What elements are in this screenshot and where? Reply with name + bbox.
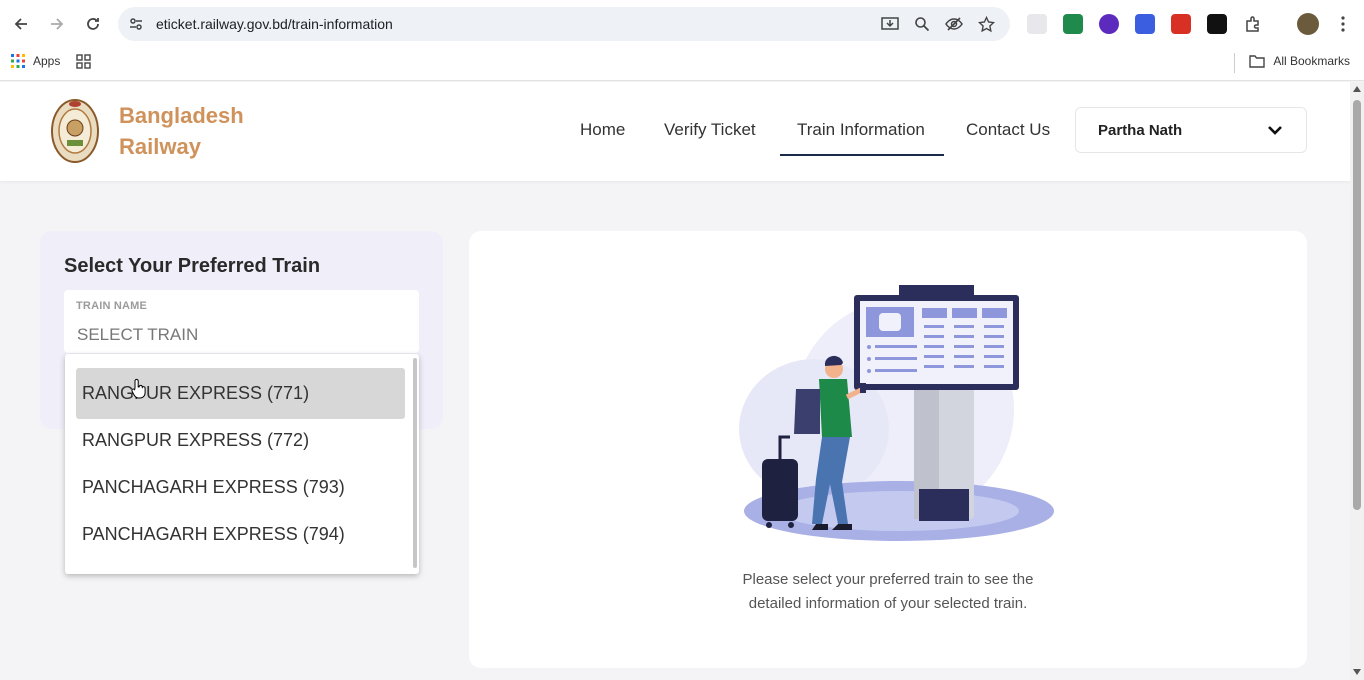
- train-dropdown-list[interactable]: RANGPUR EXPRESS (771) RANGPUR EXPRESS (7…: [65, 354, 419, 574]
- extension-icon-2[interactable]: [1063, 14, 1083, 34]
- all-bookmarks[interactable]: All Bookmarks: [1249, 54, 1350, 68]
- extension-icon-6[interactable]: [1207, 14, 1227, 34]
- address-bar[interactable]: eticket.railway.gov.bd/train-information: [118, 7, 1010, 41]
- tab-groups-icon[interactable]: [76, 54, 91, 74]
- train-name-label: TRAIN NAME: [76, 300, 148, 312]
- zoom-icon[interactable]: [913, 15, 931, 33]
- site-settings-icon[interactable]: [127, 15, 145, 33]
- extension-icon-1[interactable]: [1027, 14, 1047, 34]
- railway-logo[interactable]: [50, 98, 100, 164]
- forward-icon[interactable]: [45, 12, 69, 36]
- reload-icon[interactable]: [81, 12, 105, 36]
- site-header: Bangladesh Railway Home Verify Ticket Tr…: [0, 82, 1350, 181]
- message-line-1: Please select your preferred train to se…: [742, 571, 1034, 588]
- nav-contact-us[interactable]: Contact Us: [966, 120, 1050, 140]
- extension-icon-3[interactable]: [1099, 14, 1119, 34]
- all-bookmarks-label: All Bookmarks: [1273, 54, 1350, 68]
- traveler-illustration: [739, 285, 1054, 541]
- bookmarks-divider: [1234, 53, 1235, 73]
- apps-label: Apps: [33, 54, 61, 68]
- brand-name[interactable]: Bangladesh Railway: [119, 100, 244, 162]
- star-icon[interactable]: [977, 15, 995, 33]
- extensions-icon[interactable]: [1241, 12, 1265, 36]
- user-name: Partha Nath: [1098, 122, 1183, 139]
- extension-icon-5[interactable]: [1171, 14, 1191, 34]
- dropdown-option[interactable]: RANGPUR EXPRESS (772): [76, 415, 405, 466]
- menu-icon[interactable]: [1331, 12, 1355, 36]
- bookmark-apps[interactable]: Apps: [11, 54, 60, 68]
- extension-icon-4[interactable]: [1135, 14, 1155, 34]
- back-icon[interactable]: [9, 12, 33, 36]
- url-text[interactable]: eticket.railway.gov.bd/train-information: [156, 16, 393, 32]
- scrollbar-thumb[interactable]: [1353, 100, 1361, 510]
- install-icon[interactable]: [881, 15, 899, 33]
- chevron-down-icon: [1266, 121, 1284, 144]
- panel-title: Select Your Preferred Train: [64, 255, 321, 277]
- train-name-placeholder: SELECT TRAIN: [77, 325, 199, 344]
- dropdown-option[interactable]: PANCHAGARH EXPRESS (794): [76, 509, 405, 560]
- dropdown-option[interactable]: RANGPUR EXPRESS (771): [76, 368, 405, 419]
- select-train-message: Please select your preferred train to se…: [469, 568, 1307, 616]
- folder-icon: [1249, 55, 1266, 68]
- message-line-2: detailed information of your selected tr…: [748, 595, 1028, 612]
- nav-active-indicator: [780, 154, 944, 156]
- page-scrollbar[interactable]: [1350, 82, 1364, 680]
- scroll-up-icon[interactable]: [1353, 86, 1361, 92]
- train-name-select[interactable]: TRAIN NAME SELECT TRAIN: [64, 290, 419, 353]
- bookmarks-bar: Apps All Bookmarks: [0, 48, 1364, 81]
- nav-home[interactable]: Home: [580, 120, 625, 140]
- user-menu[interactable]: Partha Nath: [1075, 107, 1307, 153]
- train-info-card: Please select your preferred train to se…: [469, 231, 1307, 668]
- brand-line-1: Bangladesh: [119, 103, 244, 128]
- scroll-down-icon[interactable]: [1353, 669, 1361, 675]
- nav-verify-ticket[interactable]: Verify Ticket: [664, 120, 756, 140]
- profile-avatar[interactable]: [1297, 13, 1319, 35]
- eye-off-icon[interactable]: [945, 15, 963, 33]
- dropdown-option[interactable]: PANCHAGARH EXPRESS (793): [76, 462, 405, 513]
- brand-line-2: Railway: [119, 134, 201, 159]
- nav-train-information[interactable]: Train Information: [797, 120, 925, 140]
- dropdown-scrollbar[interactable]: [413, 358, 417, 568]
- apps-grid-icon: [11, 54, 25, 68]
- hand-cursor-icon: [131, 378, 146, 399]
- browser-toolbar: eticket.railway.gov.bd/train-information: [0, 0, 1364, 48]
